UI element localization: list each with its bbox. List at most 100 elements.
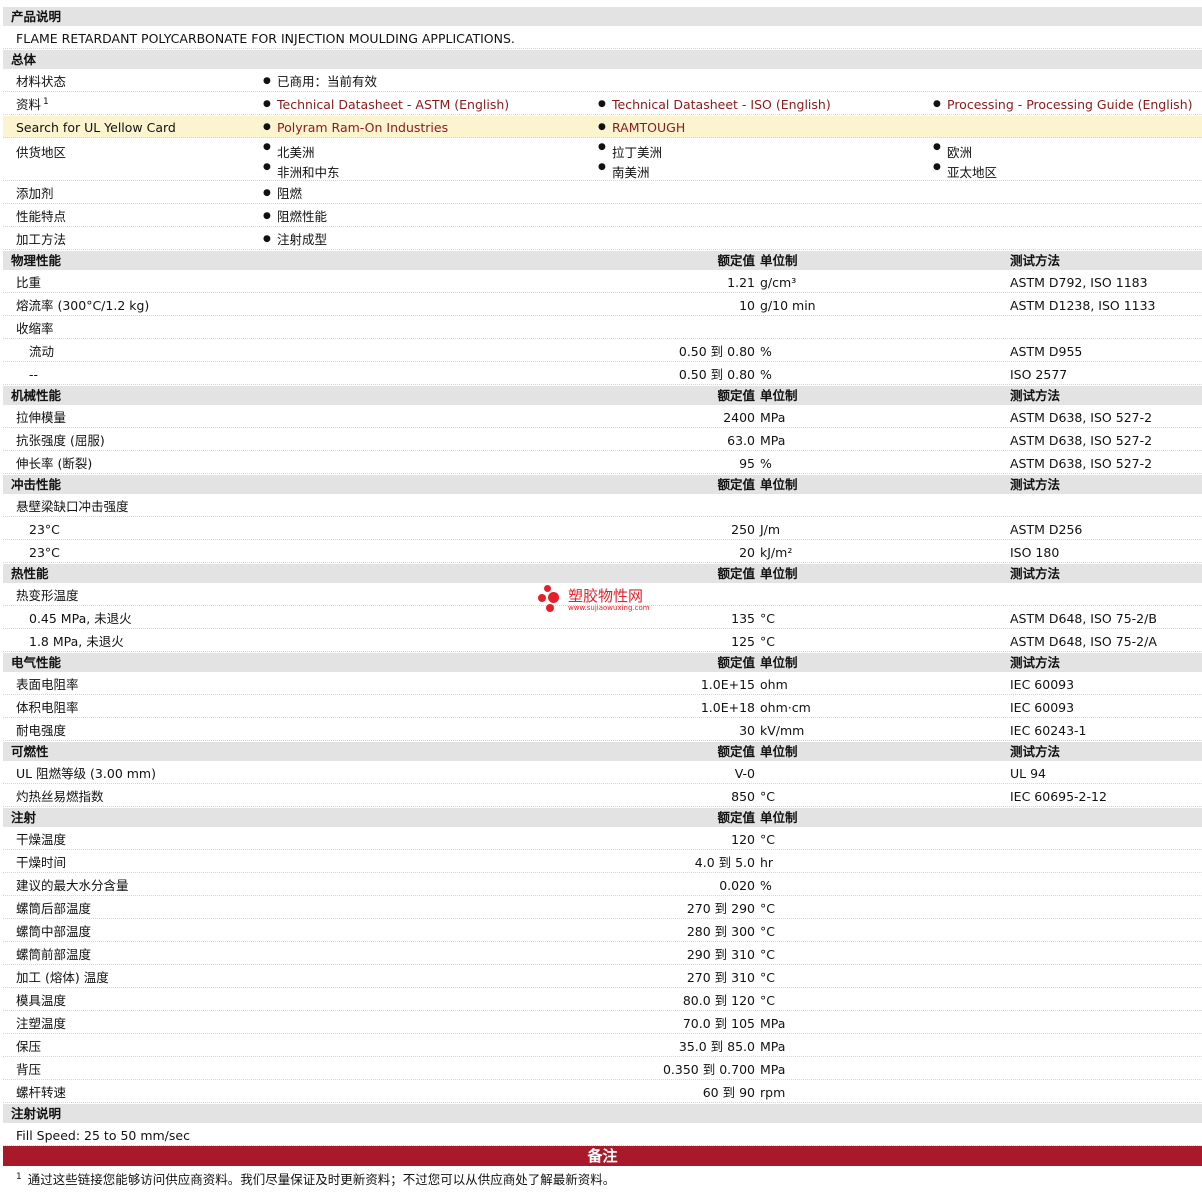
property-row: -- 0.50 到 0.80 % ISO 2577	[3, 362, 1202, 385]
property-label: 热变形温度	[16, 588, 79, 603]
property-label: --	[29, 367, 39, 382]
column-header-unit: 单位制	[760, 388, 798, 403]
column-header-unit: 单位制	[760, 655, 798, 670]
property-row: 23°C 20 kJ/m² ISO 180	[3, 540, 1202, 563]
row-label: 材料状态	[16, 74, 67, 89]
watermark-logo: 塑胶物性网 www.sujiaowuxing.com	[538, 584, 678, 618]
property-unit: °C	[760, 634, 775, 649]
property-row: 比重 1.21 g/cm³ ASTM D792, ISO 1183	[3, 270, 1202, 293]
property-value: 60 到 90	[702, 1085, 755, 1100]
column-header-nominal: 额定值	[717, 810, 755, 825]
row-features: 性能特点 阻燃性能	[3, 204, 1202, 228]
property-row: 流动 0.50 到 0.80 % ASTM D955	[3, 339, 1202, 362]
link-polyram[interactable]: Polyram Ram-On Industries	[263, 116, 448, 139]
property-value: 80.0 到 120	[682, 993, 755, 1008]
section-title: 物理性能	[11, 253, 62, 268]
property-value: 270 到 310	[686, 970, 755, 985]
property-method: ASTM D638, ISO 527-2	[1010, 410, 1153, 425]
logo-dot-icon	[548, 592, 559, 603]
logo-dot-icon	[544, 585, 551, 592]
column-header-method: 测试方法	[1010, 566, 1061, 581]
property-label: 23°C	[29, 545, 60, 560]
section-title: 热性能	[11, 566, 49, 581]
property-label: 0.45 MPa, 未退火	[29, 611, 132, 626]
section-header-electrical: 电气性能 额定值 单位制 测试方法	[3, 652, 1202, 672]
section-title: 注射	[11, 810, 37, 825]
row-additive: 添加剂 阻燃	[3, 181, 1202, 205]
section-header-product-description: 产品说明	[3, 6, 1202, 26]
column-header-nominal: 额定值	[717, 477, 755, 492]
property-method: ISO 2577	[1010, 367, 1068, 382]
row-label: 加工方法	[16, 232, 67, 247]
property-unit: %	[760, 456, 772, 471]
property-value: 0.350 到 0.700	[662, 1062, 755, 1077]
property-row: 抗张强度 (屈服) 63.0 MPa ASTM D638, ISO 527-2	[3, 428, 1202, 451]
property-unit: ohm	[760, 677, 788, 692]
injection-row: 保压 35.0 到 85.0 MPa	[3, 1034, 1202, 1057]
link-processing-guide[interactable]: Processing - Processing Guide (English)	[933, 93, 1193, 116]
link-technical-datasheet-iso[interactable]: Technical Datasheet - ISO (English)	[598, 93, 831, 116]
property-label: 收缩率	[16, 321, 54, 336]
property-label: 干燥时间	[16, 855, 67, 870]
property-value: 850	[731, 789, 755, 804]
section-title: 冲击性能	[11, 477, 62, 492]
property-label: 流动	[29, 344, 55, 359]
property-label: 拉伸模量	[16, 410, 67, 425]
column-header-unit: 单位制	[760, 253, 798, 268]
row-processing-method: 加工方法 注射成型	[3, 227, 1202, 251]
property-value: 0.020	[719, 878, 755, 893]
property-label: 模具温度	[16, 993, 67, 1008]
injection-row: 螺筒中部温度 280 到 300 °C	[3, 919, 1202, 942]
property-row: 悬壁梁缺口冲击强度	[3, 494, 1202, 517]
product-description-row: FLAME RETARDANT POLYCARBONATE FOR INJECT…	[3, 26, 1202, 49]
property-label: 熔流率 (300°C/1.2 kg)	[16, 298, 150, 313]
footnote-text: 1 通过这些链接您能够访问供应商资料。我们尽量保证及时更新资料；不过您可以从供应商…	[16, 1167, 615, 1193]
property-method: ASTM D638, ISO 527-2	[1010, 433, 1153, 448]
processing-value: 注射成型	[263, 228, 327, 251]
section-title: 机械性能	[11, 388, 62, 403]
property-value: 280 到 300	[686, 924, 755, 939]
link-ramtough[interactable]: RAMTOUGH	[598, 116, 685, 139]
property-row: 收缩率	[3, 316, 1202, 339]
footnote-body: 通过这些链接您能够访问供应商资料。我们尽量保证及时更新资料；不过您可以从供应商处…	[27, 1172, 616, 1187]
property-method: ASTM D792, ISO 1183	[1010, 275, 1148, 290]
property-method: ASTM D648, ISO 75-2/A	[1010, 634, 1157, 649]
property-value: 1.0E+15	[700, 677, 755, 692]
row-documents: 资料1 Technical Datasheet - ASTM (English)…	[3, 92, 1202, 116]
property-unit: %	[760, 367, 772, 382]
property-unit: MPa	[760, 1016, 786, 1031]
link-technical-datasheet-astm[interactable]: Technical Datasheet - ASTM (English)	[263, 93, 509, 116]
watermark-name: 塑胶物性网	[568, 587, 644, 605]
property-value: 135	[731, 611, 755, 626]
section-header-physical: 物理性能 额定值 单位制 测试方法	[3, 250, 1202, 270]
property-unit: °C	[760, 611, 775, 626]
property-unit: °C	[760, 832, 775, 847]
column-header-method: 测试方法	[1010, 477, 1061, 492]
property-value: 20	[739, 545, 755, 560]
section-title: 电气性能	[11, 655, 62, 670]
injection-row: 注塑温度 70.0 到 105 MPa	[3, 1011, 1202, 1034]
column-header-unit: 单位制	[760, 566, 798, 581]
property-method: ASTM D256	[1010, 522, 1083, 537]
column-header-unit: 单位制	[760, 810, 798, 825]
property-label: UL 阻燃等级 (3.00 mm)	[16, 766, 156, 781]
column-header-method: 测试方法	[1010, 744, 1061, 759]
property-label: 伸长率 (断裂)	[16, 456, 93, 471]
property-method: ASTM D648, ISO 75-2/B	[1010, 611, 1157, 626]
availability-value: 拉丁美洲	[598, 142, 662, 161]
section-header-injection-notes: 注射说明	[3, 1103, 1202, 1123]
property-unit: ohm·cm	[760, 700, 811, 715]
property-value: 0.50 到 0.80	[678, 344, 755, 359]
injection-row: 模具温度 80.0 到 120 °C	[3, 988, 1202, 1011]
property-unit: hr	[760, 855, 774, 870]
availability-value: 非洲和中东	[263, 162, 340, 181]
property-unit: °C	[760, 970, 775, 985]
row-label: 性能特点	[16, 209, 67, 224]
injection-row: 螺筒前部温度 290 到 310 °C	[3, 942, 1202, 965]
property-label: 悬壁梁缺口冲击强度	[16, 499, 129, 514]
property-row: 表面电阻率 1.0E+15 ohm IEC 60093	[3, 672, 1202, 695]
property-unit: MPa	[760, 433, 786, 448]
property-label: 比重	[16, 275, 42, 290]
property-unit: kV/mm	[760, 723, 805, 738]
ul-yellow-card-search[interactable]: Search for UL Yellow Card	[16, 116, 176, 139]
